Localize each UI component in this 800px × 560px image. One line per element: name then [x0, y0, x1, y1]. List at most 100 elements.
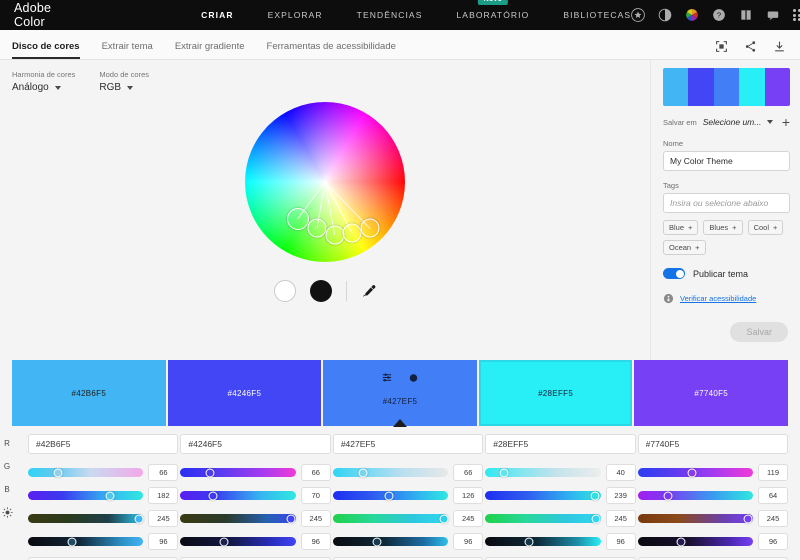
value-r[interactable]: 66 — [148, 464, 179, 481]
app-grid-icon[interactable] — [793, 9, 800, 21]
wheel-handle-4[interactable] — [342, 223, 362, 243]
download-icon[interactable] — [773, 40, 786, 53]
dark-mode-dot[interactable] — [310, 280, 332, 302]
wheel-handle-5[interactable] — [360, 218, 380, 238]
slider-track-b[interactable] — [332, 514, 449, 523]
slider-track-brightness[interactable] — [637, 537, 754, 546]
plus-icon[interactable]: + — [782, 115, 790, 129]
slider-track-g[interactable] — [180, 491, 296, 500]
slider-knob-b[interactable] — [286, 514, 296, 523]
hex-input-3[interactable] — [332, 434, 484, 454]
slider-knob-b[interactable] — [134, 514, 144, 523]
wheel-handle-1[interactable] — [286, 207, 309, 230]
tab-disco-de-cores[interactable]: Disco de cores — [12, 41, 80, 59]
slider-knob-b[interactable] — [439, 514, 449, 523]
slider-track-r[interactable] — [332, 468, 449, 477]
value-b[interactable]: 245 — [605, 510, 636, 527]
tab-ferramentas-acessibilidade[interactable]: Ferramentas de acessibilidade — [267, 41, 396, 59]
nav-item-criar[interactable]: CRIAR — [201, 4, 233, 26]
slider-knob-brightness[interactable] — [676, 537, 686, 546]
value-g[interactable]: 70 — [300, 487, 331, 504]
chevron-down-icon[interactable] — [767, 120, 774, 124]
swatch-4[interactable]: #28EFF5 — [478, 360, 633, 426]
value-g[interactable]: 64 — [758, 487, 789, 504]
slider-knob-brightness[interactable] — [219, 537, 229, 546]
star-icon[interactable] — [631, 8, 646, 22]
color-mode-value[interactable]: RGB — [99, 82, 149, 93]
value-r[interactable]: 40 — [605, 464, 636, 481]
fullscreen-icon[interactable] — [715, 40, 728, 53]
harmony-value[interactable]: Análogo — [12, 82, 75, 93]
contrast-icon[interactable] — [658, 8, 672, 22]
slider-track-g[interactable] — [485, 491, 601, 500]
value-brightness[interactable]: 96 — [453, 533, 484, 550]
tag-cool[interactable]: Cool + — [747, 220, 784, 235]
swatch-1[interactable]: #42B6F5 — [12, 360, 166, 426]
save-button[interactable]: Salvar — [730, 322, 788, 342]
nav-item-laboratorio[interactable]: Novo LABORATÓRIO — [456, 0, 529, 26]
value-brightness[interactable]: 96 — [605, 533, 636, 550]
slider-knob-b[interactable] — [591, 514, 601, 523]
slider-knob-g[interactable] — [105, 491, 115, 500]
value-g[interactable]: 239 — [605, 487, 636, 504]
slider-track-g[interactable] — [28, 491, 144, 500]
slider-knob-r[interactable] — [53, 468, 63, 477]
slider-track-b[interactable] — [28, 514, 144, 523]
value-b[interactable]: 245 — [758, 510, 789, 527]
save-in-value[interactable]: Selecione um... — [703, 117, 762, 127]
tag-ocean[interactable]: Ocean + — [663, 240, 706, 255]
value-b[interactable]: 245 — [453, 510, 484, 527]
value-r[interactable]: 66 — [300, 464, 331, 481]
tag-blue[interactable]: Blue + — [663, 220, 699, 235]
publish-theme-toggle[interactable] — [663, 268, 685, 279]
tab-extrair-gradiente[interactable]: Extrair gradiente — [175, 41, 245, 59]
swatch-2[interactable]: #4246F5 — [167, 360, 322, 426]
color-wheel-icon[interactable] — [685, 8, 699, 22]
slider-track-brightness[interactable] — [332, 537, 449, 546]
slider-knob-r[interactable] — [358, 468, 368, 477]
accessibility-check-link[interactable]: Verificar acessibilidade — [663, 293, 790, 304]
slider-track-r[interactable] — [180, 468, 296, 477]
slider-track-b[interactable] — [637, 514, 754, 523]
value-brightness[interactable]: 96 — [148, 533, 179, 550]
slider-knob-brightness[interactable] — [372, 537, 382, 546]
eyedropper-icon[interactable] — [361, 284, 376, 299]
swatch-5[interactable]: #7740F5 — [634, 360, 788, 426]
value-r[interactable]: 119 — [758, 464, 789, 481]
slider-track-b[interactable] — [485, 514, 601, 523]
value-r[interactable]: 66 — [453, 464, 484, 481]
wheel-handle-3[interactable] — [325, 225, 345, 245]
slider-track-g[interactable] — [637, 491, 754, 500]
tab-extrair-tema[interactable]: Extrair tema — [102, 41, 153, 59]
wheel-handle-2[interactable] — [307, 218, 327, 238]
share-icon[interactable] — [744, 40, 757, 53]
color-mode-select[interactable]: Modo de cores RGB — [99, 70, 149, 93]
harmony-select[interactable]: Harmonia de cores Análogo — [12, 70, 75, 93]
light-mode-dot[interactable] — [274, 280, 296, 302]
slider-track-r[interactable] — [28, 468, 144, 477]
sliders-icon[interactable] — [381, 372, 392, 383]
slider-track-r[interactable] — [637, 468, 754, 477]
tags-input[interactable] — [663, 193, 790, 213]
value-brightness[interactable]: 96 — [758, 533, 789, 550]
slider-knob-r[interactable] — [205, 468, 215, 477]
hex-input-1[interactable] — [28, 434, 179, 454]
slider-knob-g[interactable] — [590, 491, 600, 500]
slider-knob-r[interactable] — [687, 468, 697, 477]
value-b[interactable]: 245 — [148, 510, 179, 527]
nav-item-bibliotecas[interactable]: BIBLIOTECAS — [563, 4, 631, 26]
color-wheel[interactable] — [245, 102, 405, 262]
circle-icon[interactable] — [408, 373, 418, 383]
slider-knob-g[interactable] — [208, 491, 218, 500]
hex-input-4[interactable] — [485, 434, 636, 454]
slider-track-brightness[interactable] — [180, 537, 296, 546]
book-icon[interactable] — [739, 8, 753, 22]
slider-track-brightness[interactable] — [28, 537, 144, 546]
value-g[interactable]: 182 — [148, 487, 179, 504]
tag-blues[interactable]: Blues + — [703, 220, 743, 235]
slider-track-brightness[interactable] — [485, 537, 601, 546]
slider-knob-g[interactable] — [663, 491, 673, 500]
hex-input-2[interactable] — [180, 434, 331, 454]
swatch-3[interactable]: #427EF5 — [323, 360, 477, 427]
slider-knob-brightness[interactable] — [67, 537, 77, 546]
